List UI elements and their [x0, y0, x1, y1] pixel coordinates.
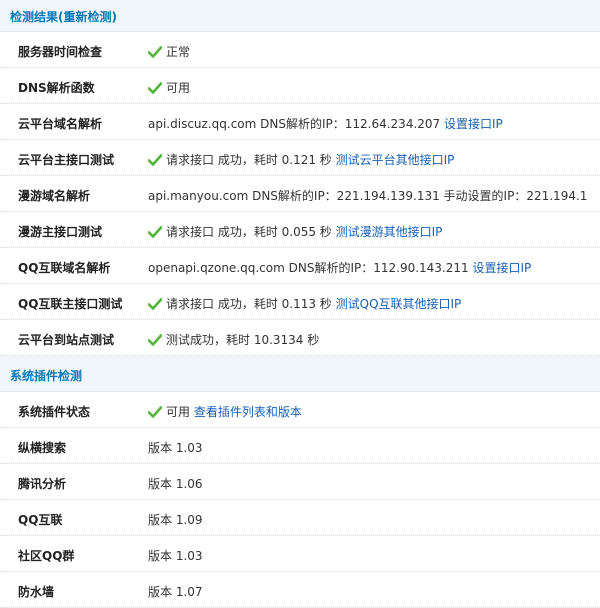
row-value: 版本 1.03 [148, 439, 203, 456]
row-value-text: 可用 [166, 405, 194, 419]
row-value-text: 正常 [166, 45, 191, 59]
row-label: 云平台域名解析 [18, 117, 103, 131]
row-action-link[interactable]: 设置接口IP [444, 117, 503, 131]
check-icon [148, 298, 162, 310]
row-value: 版本 1.09 [148, 511, 203, 528]
table-row: QQ互联域名解析 openapi.qzone.qq.com DNS解析的IP：11… [0, 248, 600, 284]
row-label: QQ互联域名解析 [18, 261, 111, 275]
row-value-text: 版本 1.09 [148, 513, 203, 527]
row-label: 云平台主接口测试 [18, 153, 115, 167]
table-row: 纵横搜索 版本 1.03 [0, 428, 600, 464]
row-value-text: 版本 1.07 [148, 585, 203, 599]
check-icon [148, 154, 162, 166]
row-value-text: openapi.qzone.qq.com DNS解析的IP：112.90.143… [148, 261, 473, 275]
row-label: 服务器时间检查 [18, 45, 103, 59]
row-action-link[interactable]: 测试漫游其他接口IP [336, 225, 443, 239]
table-row: DNS解析函数 可用 [0, 68, 600, 104]
row-value: api.discuz.qq.com DNS解析的IP：112.64.234.20… [148, 115, 503, 132]
row-label: 漫游主接口测试 [18, 225, 103, 239]
table-row: QQ互联 版本 1.09 [0, 500, 600, 536]
table-row: 漫游域名解析 api.manyou.com DNS解析的IP：221.194.13… [0, 176, 600, 212]
plugins-list: 系统插件状态 可用 查看插件列表和版本 纵横搜索 版本 1.03 腾讯分析 版本 1.06… [0, 392, 600, 608]
row-label: DNS解析函数 [18, 81, 95, 95]
row-value: 正常 [148, 43, 190, 60]
table-row: 防水墙 版本 1.07 [0, 572, 600, 608]
row-value-text: 可用 [166, 81, 191, 95]
row-value: 版本 1.06 [148, 475, 203, 492]
check-icon [148, 334, 162, 346]
row-value-text: api.discuz.qq.com DNS解析的IP：112.64.234.20… [148, 117, 444, 131]
row-label: 云平台到站点测试 [18, 333, 115, 347]
row-value-text: api.manyou.com DNS解析的IP：221.194.139.131 … [148, 189, 588, 203]
check-icon [148, 406, 162, 418]
row-action-link[interactable]: 查看插件列表和版本 [194, 405, 302, 419]
table-row: QQ互联主接口测试 请求接口 成功，耗时 0.113 秒 测试QQ互联其他接口IP [0, 284, 600, 320]
table-row: 云平台到站点测试 测试成功，耗时 10.3134 秒 [0, 320, 600, 356]
row-value-text: 版本 1.06 [148, 477, 203, 491]
checks-list: 服务器时间检查 正常 DNS解析函数 可用云平台域名解析 api.discuz.qq.c… [0, 32, 600, 356]
table-row: 社区QQ群 版本 1.03 [0, 536, 600, 572]
section-header-plugin: 系统插件检测 [0, 356, 600, 392]
section-title-plugin: 系统插件检测 [10, 369, 83, 383]
table-row: 漫游主接口测试 请求接口 成功，耗时 0.055 秒 测试漫游其他接口IP [0, 212, 600, 248]
table-row: 云平台主接口测试 请求接口 成功，耗时 0.121 秒 测试云平台其他接口IP [0, 140, 600, 176]
table-row: 云平台域名解析 api.discuz.qq.com DNS解析的IP：112.64… [0, 104, 600, 140]
table-row: 系统插件状态 可用 查看插件列表和版本 [0, 392, 600, 428]
row-value: openapi.qzone.qq.com DNS解析的IP：112.90.143… [148, 259, 531, 276]
table-row: 腾讯分析 版本 1.06 [0, 464, 600, 500]
check-icon [148, 46, 162, 58]
row-value: 版本 1.07 [148, 583, 203, 600]
row-value-text: 请求接口 成功，耗时 0.121 秒 [166, 153, 336, 167]
row-value: 可用 查看插件列表和版本 [148, 403, 302, 420]
row-value-text: 请求接口 成功，耗时 0.055 秒 [166, 225, 336, 239]
row-label: 纵横搜索 [18, 441, 67, 455]
row-action-link[interactable]: 设置接口IP [472, 261, 531, 275]
row-value-text: 版本 1.03 [148, 549, 203, 563]
row-value-text: 版本 1.03 [148, 441, 203, 455]
row-label: QQ互联主接口测试 [18, 297, 123, 311]
diagnostic-table: 检测结果(重新检测) 服务器时间检查 正常 DNS解析函数 可用 云平台域名解析 api.… [0, 0, 600, 608]
check-icon [148, 82, 162, 94]
row-value-text: 请求接口 成功，耗时 0.113 秒 [166, 297, 336, 311]
check-icon [148, 226, 162, 238]
row-value: api.manyou.com DNS解析的IP：221.194.139.131 … [148, 187, 587, 204]
row-label: 社区QQ群 [18, 549, 75, 563]
section-title-result[interactable]: 检测结果(重新检测) [10, 8, 117, 25]
row-label: 漫游域名解析 [18, 189, 91, 203]
row-label: 系统插件状态 [18, 405, 91, 419]
row-label: QQ互联 [18, 513, 63, 527]
row-label: 腾讯分析 [18, 477, 67, 491]
row-value: 版本 1.03 [148, 547, 203, 564]
row-action-link[interactable]: 测试QQ互联其他接口IP [336, 297, 462, 311]
row-label: 防水墙 [18, 585, 55, 599]
row-value: 测试成功，耗时 10.3134 秒 [148, 331, 319, 348]
row-action-link[interactable]: 测试云平台其他接口IP [336, 153, 455, 167]
table-row: 服务器时间检查 正常 [0, 32, 600, 68]
row-value-text: 测试成功，耗时 10.3134 秒 [166, 333, 320, 347]
section-header-result: 检测结果(重新检测) [0, 0, 600, 32]
row-value: 可用 [148, 79, 190, 96]
row-value: 请求接口 成功，耗时 0.055 秒 测试漫游其他接口IP [148, 223, 442, 240]
row-value: 请求接口 成功，耗时 0.113 秒 测试QQ互联其他接口IP [148, 295, 461, 312]
row-value: 请求接口 成功，耗时 0.121 秒 测试云平台其他接口IP [148, 151, 454, 168]
